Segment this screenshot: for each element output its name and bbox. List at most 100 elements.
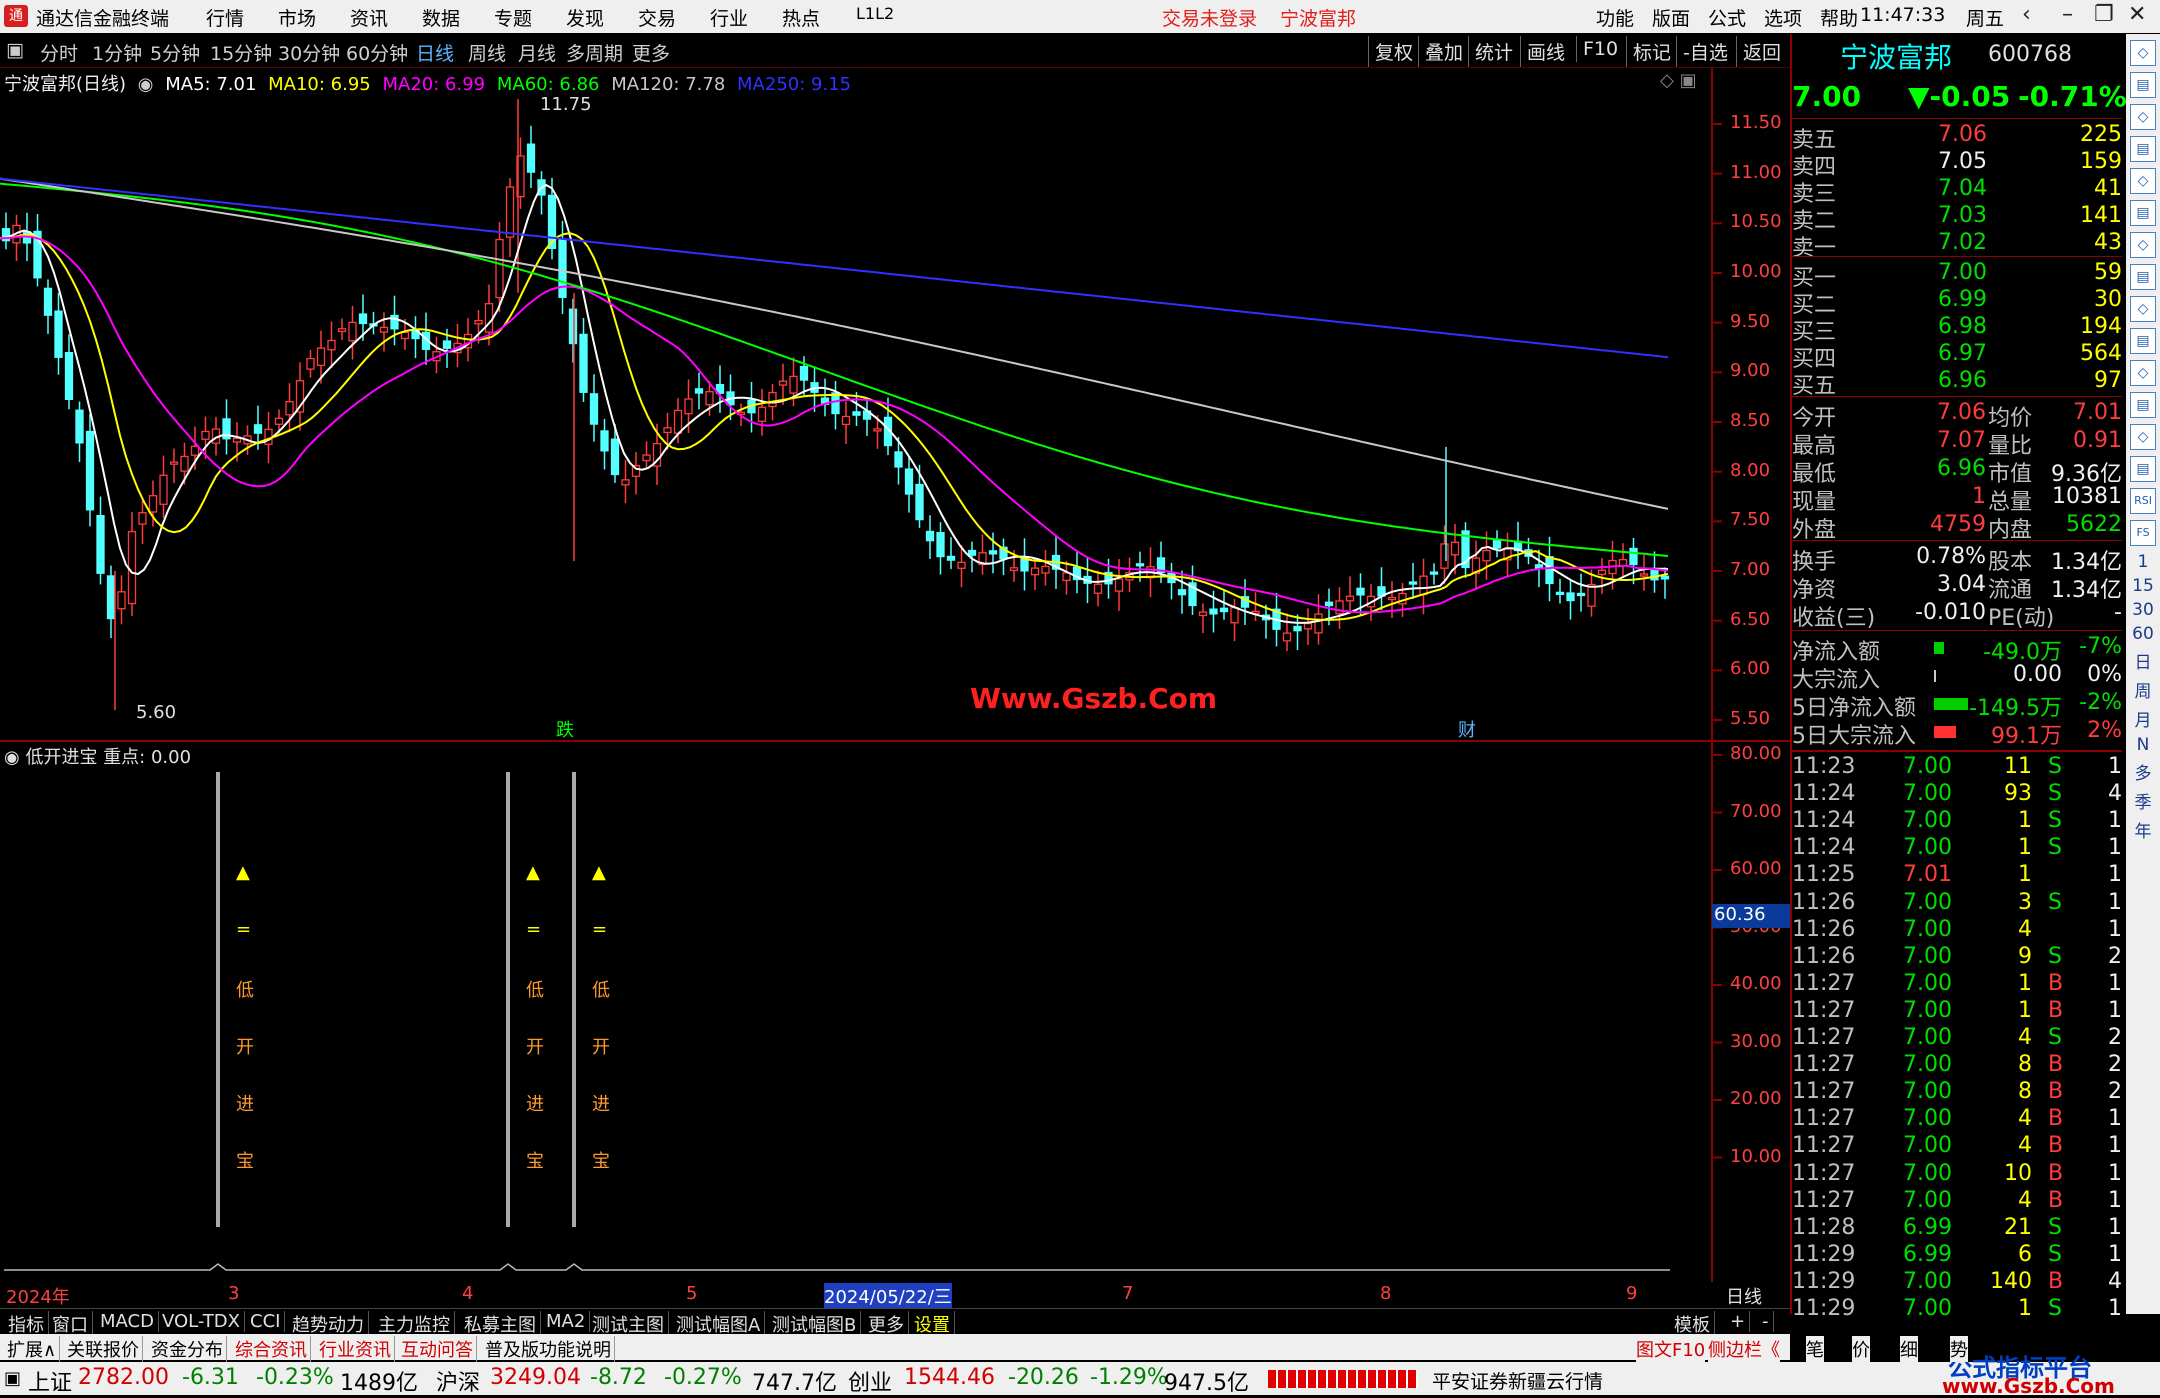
ext-tab-2[interactable]: 资金分布 (148, 1336, 227, 1362)
menu-right-4[interactable]: 帮助 (1820, 4, 1858, 31)
toolbar-tool-icon[interactable]: ▤ (2130, 200, 2156, 226)
indicator-chart[interactable] (0, 742, 1792, 1282)
ext-tab-0[interactable]: 扩展∧ (4, 1336, 61, 1362)
panel-toggle-icon[interactable]: ▣ (6, 39, 24, 61)
period-shortcut[interactable]: 日 (2128, 648, 2158, 673)
status-menu-icon[interactable]: ▣ (4, 1368, 21, 1389)
period-tab-0[interactable]: 分时 (40, 39, 78, 66)
ext-tab-1[interactable]: 关联报价 (64, 1336, 143, 1362)
sh-index-name[interactable]: 上证 (28, 1365, 72, 1397)
order-book-row[interactable]: 买四 6.97 564 (1792, 341, 2122, 372)
period-tab-5[interactable]: 60分钟 (346, 39, 408, 66)
toolbar-tool-icon[interactable]: ◇ (2130, 104, 2156, 130)
period-tab-4[interactable]: 30分钟 (278, 39, 340, 66)
chart-tool-1[interactable]: 叠加 (1418, 36, 1469, 67)
menu-item-1[interactable]: 市场 (278, 4, 316, 31)
event-marker-finance[interactable]: 财 (1458, 716, 1476, 742)
menu-item-8[interactable]: 热点 (782, 4, 820, 31)
menu-right-1[interactable]: 版面 (1652, 4, 1690, 31)
ext-tab-right-2[interactable]: 笔 (1806, 1336, 1824, 1362)
period-shortcut[interactable]: 多 (2128, 759, 2158, 784)
period-tab-2[interactable]: 5分钟 (150, 39, 200, 66)
period-shortcut[interactable]: N (2128, 735, 2158, 755)
period-tab-8[interactable]: 月线 (518, 39, 556, 66)
menu-item-4[interactable]: 专题 (494, 4, 532, 31)
period-tab-10[interactable]: 更多 (632, 39, 670, 66)
order-book-row[interactable]: 买一 7.00 59 (1792, 260, 2122, 291)
indicator-tab-4[interactable]: CCI (246, 1311, 286, 1332)
chart-tool-4[interactable]: F10 (1576, 36, 1624, 62)
toolbar-tool-icon[interactable]: ◇ (2130, 232, 2156, 258)
indicator-tab-2[interactable]: MACD (96, 1311, 159, 1332)
close-icon[interactable]: ✕ (2128, 2, 2146, 27)
ext-tab-right-4[interactable]: 细 (1900, 1336, 1918, 1362)
ext-tab-right-3[interactable]: 价 (1852, 1336, 1870, 1362)
menu-item-2[interactable]: 资讯 (350, 4, 388, 31)
toolbar-tool-icon[interactable]: ◇ (2130, 296, 2156, 322)
toolbar-fs-icon[interactable]: FS (2130, 520, 2156, 546)
period-shortcut[interactable]: 月 (2128, 706, 2158, 731)
toolbar-tool-icon[interactable]: ▤ (2130, 456, 2156, 482)
menu-item-9[interactable]: L1L2 (856, 4, 894, 23)
order-book-row[interactable]: 卖四 7.05 159 (1792, 149, 2122, 180)
chart-tool-2[interactable]: 统计 (1468, 36, 1519, 67)
toolbar-tool-icon[interactable]: ◇ (2130, 360, 2156, 386)
menu-right-2[interactable]: 公式 (1708, 4, 1746, 31)
order-book-row[interactable]: 买三 6.98 194 (1792, 314, 2122, 345)
period-shortcut[interactable]: 季 (2128, 788, 2158, 813)
kline-chart[interactable] (0, 68, 1792, 740)
chart-tool-5[interactable]: 标记 (1626, 36, 1677, 67)
period-tab-1[interactable]: 1分钟 (92, 39, 142, 66)
indicator-tab-right-2[interactable]: - (1758, 1311, 1774, 1332)
chart-tool-7[interactable]: 返回 (1736, 36, 1787, 67)
toolbar-tool-icon[interactable]: ▤ (2130, 136, 2156, 162)
period-shortcut[interactable]: 周 (2128, 677, 2158, 702)
hs-index-name[interactable]: 沪深 (436, 1365, 480, 1397)
indicator-tab-right-1[interactable]: + (1726, 1311, 1751, 1332)
period-tab-7[interactable]: 周线 (468, 39, 506, 66)
menu-item-7[interactable]: 行业 (710, 4, 748, 31)
menu-item-5[interactable]: 发现 (566, 4, 604, 31)
toolbar-tool-icon[interactable]: ◇ (2130, 424, 2156, 450)
chart-tool-0[interactable]: 复权 (1368, 36, 1419, 67)
toolbar-tool-icon[interactable]: ▤ (2130, 392, 2156, 418)
period-shortcut[interactable]: 15 (2128, 576, 2158, 596)
chart-tool-3[interactable]: 画线 (1520, 36, 1571, 67)
period-shortcut[interactable]: 60 (2128, 624, 2158, 644)
order-book-row[interactable]: 卖三 7.04 41 (1792, 176, 2122, 207)
trade-login-alert[interactable]: 交易未登录 (1162, 4, 1257, 31)
order-book-row[interactable]: 卖一 7.02 43 (1792, 230, 2122, 261)
ext-tab-3[interactable]: 综合资讯 (232, 1336, 311, 1362)
period-tab-3[interactable]: 15分钟 (210, 39, 272, 66)
toolbar-tool-icon[interactable]: ◇ (2130, 168, 2156, 194)
back-arrow-icon[interactable]: ‹ (2022, 2, 2031, 27)
period-tab-6[interactable]: 日线 (416, 39, 454, 66)
order-book-row[interactable]: 卖二 7.03 141 (1792, 203, 2122, 234)
toolbar-tool-icon[interactable]: ▤ (2130, 264, 2156, 290)
ext-tab-6[interactable]: 普及版功能说明 (482, 1336, 615, 1362)
restore-icon[interactable]: ❐ (2094, 2, 2114, 27)
chart-tool-6[interactable]: -自选 (1676, 36, 1734, 67)
menu-item-6[interactable]: 交易 (638, 4, 676, 31)
event-marker-fall[interactable]: 跌 (556, 716, 574, 742)
period-shortcut[interactable]: 30 (2128, 600, 2158, 620)
minimize-icon[interactable]: – (2062, 2, 2073, 27)
cy-index-name[interactable]: 创业 (848, 1365, 892, 1397)
menu-right-3[interactable]: 选项 (1764, 4, 1802, 31)
order-book-row[interactable]: 买五 6.96 97 (1792, 368, 2122, 399)
ext-tab-4[interactable]: 行业资讯 (316, 1336, 395, 1362)
order-book-row[interactable]: 买二 6.99 30 (1792, 287, 2122, 318)
toolbar-tool-icon[interactable]: ▤ (2130, 72, 2156, 98)
menu-item-0[interactable]: 行情 (206, 4, 244, 31)
indicator-tab-8[interactable]: MA2 (542, 1311, 591, 1332)
indicator-tab-3[interactable]: VOL-TDX (158, 1311, 245, 1332)
ext-tab-5[interactable]: 互动问答 (398, 1336, 477, 1362)
toolbar-tool-icon[interactable]: ◇ (2130, 40, 2156, 66)
period-shortcut[interactable]: 年 (2128, 817, 2158, 842)
toolbar-rsi-icon[interactable]: RSI (2130, 488, 2156, 514)
ext-tab-right-0[interactable]: 图文F10 (1636, 1336, 1706, 1362)
menu-item-3[interactable]: 数据 (422, 4, 460, 31)
period-tab-9[interactable]: 多周期 (566, 39, 623, 66)
order-book-row[interactable]: 卖五 7.06 225 (1792, 122, 2122, 153)
toolbar-tool-icon[interactable]: ▤ (2130, 328, 2156, 354)
